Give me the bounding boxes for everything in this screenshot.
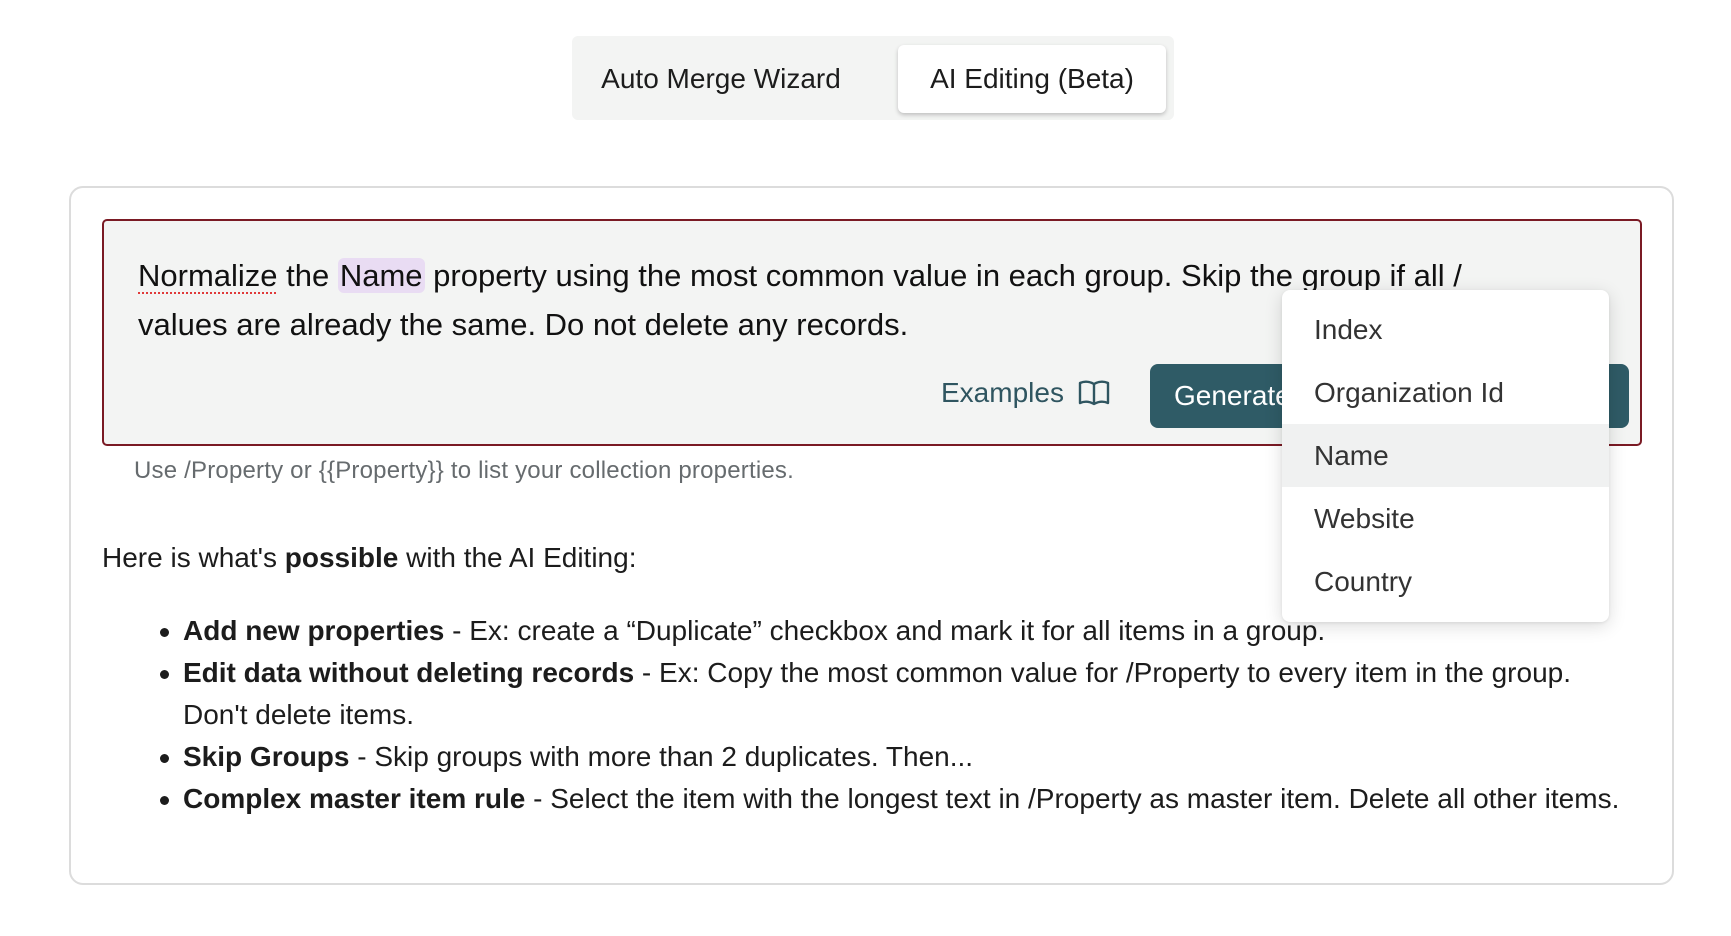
- dropdown-item-country[interactable]: Country: [1282, 550, 1609, 613]
- dropdown-item-organization-id[interactable]: Organization Id: [1282, 361, 1609, 424]
- dropdown-item-index[interactable]: Index: [1282, 298, 1609, 361]
- feature-text: - Select the item with the longest text …: [525, 783, 1620, 814]
- intro-before: Here is what's: [102, 542, 285, 573]
- mode-tabs: Auto Merge Wizard AI Editing (Beta): [572, 36, 1174, 120]
- examples-button[interactable]: Examples: [941, 363, 1110, 423]
- intro-after: with the AI Editing:: [398, 542, 637, 573]
- list-item: Skip Groups - Skip groups with more than…: [160, 736, 1643, 778]
- list-item: Complex master item rule - Select the it…: [160, 778, 1643, 820]
- feature-title: Edit data without deleting records: [183, 657, 635, 688]
- list-item: Edit data without deleting records - Ex:…: [160, 652, 1643, 736]
- feature-list: Add new properties - Ex: create a “Dupli…: [160, 610, 1643, 820]
- tab-auto-merge-wizard[interactable]: Auto Merge Wizard: [588, 45, 854, 113]
- prompt-text-rest: property using the most common value in …: [424, 258, 1462, 293]
- property-token-name[interactable]: Name: [337, 258, 425, 293]
- feature-text: - Skip groups with more than 2 duplicate…: [349, 741, 974, 772]
- property-dropdown: Index Organization Id Name Website Count…: [1282, 290, 1609, 622]
- tab-ai-editing[interactable]: AI Editing (Beta): [898, 45, 1166, 113]
- feature-title: Skip Groups: [183, 741, 350, 772]
- intro-text: Here is what's possible with the AI Edit…: [102, 542, 636, 574]
- feature-title: Add new properties: [183, 615, 445, 646]
- book-icon: [1078, 379, 1110, 407]
- examples-label: Examples: [941, 377, 1064, 408]
- prompt-text-line2: values are already the same. Do not dele…: [138, 307, 909, 342]
- dropdown-item-website[interactable]: Website: [1282, 487, 1609, 550]
- feature-text: - Ex: create a “Duplicate” checkbox and …: [444, 615, 1326, 646]
- dropdown-item-name[interactable]: Name: [1282, 424, 1609, 487]
- property-hint: Use /Property or {{Property}} to list yo…: [134, 457, 794, 484]
- intro-bold: possible: [284, 542, 399, 573]
- feature-title: Complex master item rule: [183, 783, 526, 814]
- prompt-text-part: the: [277, 258, 338, 293]
- prompt-word-normalize: Normalize: [138, 258, 278, 293]
